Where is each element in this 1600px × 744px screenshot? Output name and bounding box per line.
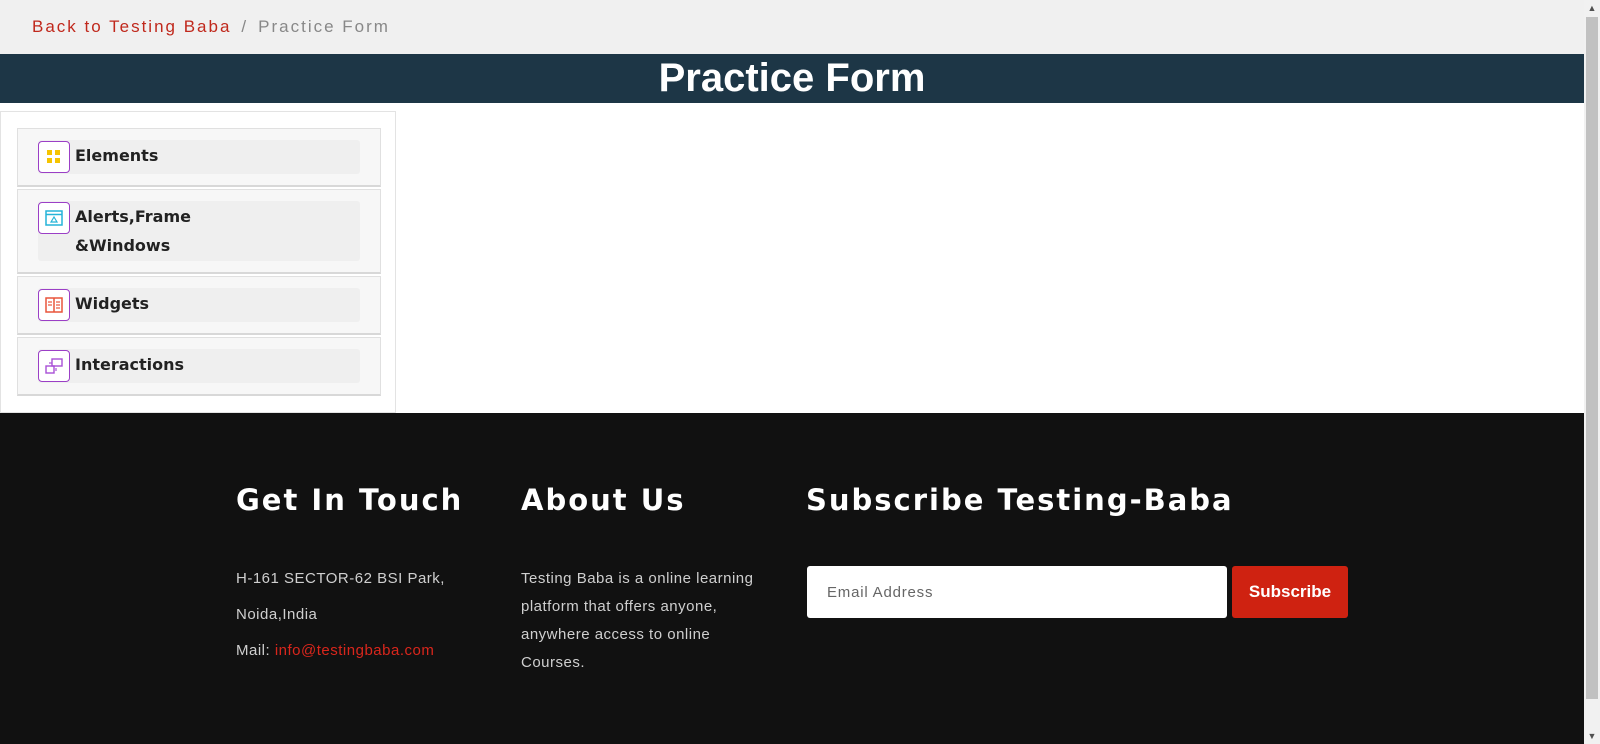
sidebar-item-widgets[interactable]: Widgets: [17, 276, 381, 335]
interactions-icon: [38, 350, 70, 382]
scroll-down-arrow-icon[interactable]: ▼: [1584, 728, 1600, 744]
get-in-touch-heading: Get In Touch: [236, 483, 464, 517]
page-title: Practice Form: [0, 54, 1584, 103]
sidebar: Elements Alerts,Frame &Windows Widgets I…: [0, 111, 396, 413]
subscribe-button[interactable]: Subscribe: [1232, 566, 1348, 618]
mail-line: Mail: info@testingbaba.com: [236, 633, 434, 669]
scroll-thumb[interactable]: [1586, 17, 1598, 699]
sidebar-item-label: Alerts,Frame &Windows: [75, 207, 191, 255]
elements-grid-icon: [38, 141, 70, 173]
window-icon: [38, 202, 70, 234]
about-us-heading: About Us: [521, 483, 686, 517]
sidebar-item-interactions[interactable]: Interactions: [17, 337, 381, 396]
sidebar-item-label: Interactions: [75, 355, 185, 374]
breadcrumb-separator: /: [241, 17, 249, 36]
scroll-up-arrow-icon[interactable]: ▲: [1584, 0, 1600, 16]
sidebar-item-alerts-frame-windows[interactable]: Alerts,Frame &Windows: [17, 189, 381, 274]
address-line-2: Noida,India: [236, 606, 318, 623]
back-to-testing-baba-link[interactable]: Back to Testing Baba: [32, 17, 231, 37]
mail-label: Mail:: [236, 642, 271, 659]
breadcrumb: Back to Testing Baba / Practice Form: [0, 0, 1584, 54]
subscribe-heading: Subscribe Testing-Baba: [806, 483, 1234, 517]
sidebar-item-header[interactable]: Interactions: [38, 349, 360, 383]
widgets-icon: [38, 289, 70, 321]
breadcrumb-current: Practice Form: [258, 17, 390, 36]
sidebar-item-header[interactable]: Alerts,Frame &Windows: [38, 201, 360, 261]
vertical-scrollbar[interactable]: ▲ ▼: [1584, 0, 1600, 744]
sidebar-item-label: Widgets: [75, 294, 150, 313]
about-us-text: Testing Baba is a online learning platfo…: [521, 570, 754, 671]
email-link[interactable]: info@testingbaba.com: [275, 642, 434, 659]
address-line-1: H-161 SECTOR-62 BSI Park,: [236, 570, 445, 587]
email-address-input[interactable]: [807, 566, 1227, 618]
sidebar-item-label: Elements: [75, 146, 159, 165]
sidebar-item-elements[interactable]: Elements: [17, 128, 381, 187]
sidebar-item-header[interactable]: Elements: [38, 140, 360, 174]
sidebar-item-header[interactable]: Widgets: [38, 288, 360, 322]
